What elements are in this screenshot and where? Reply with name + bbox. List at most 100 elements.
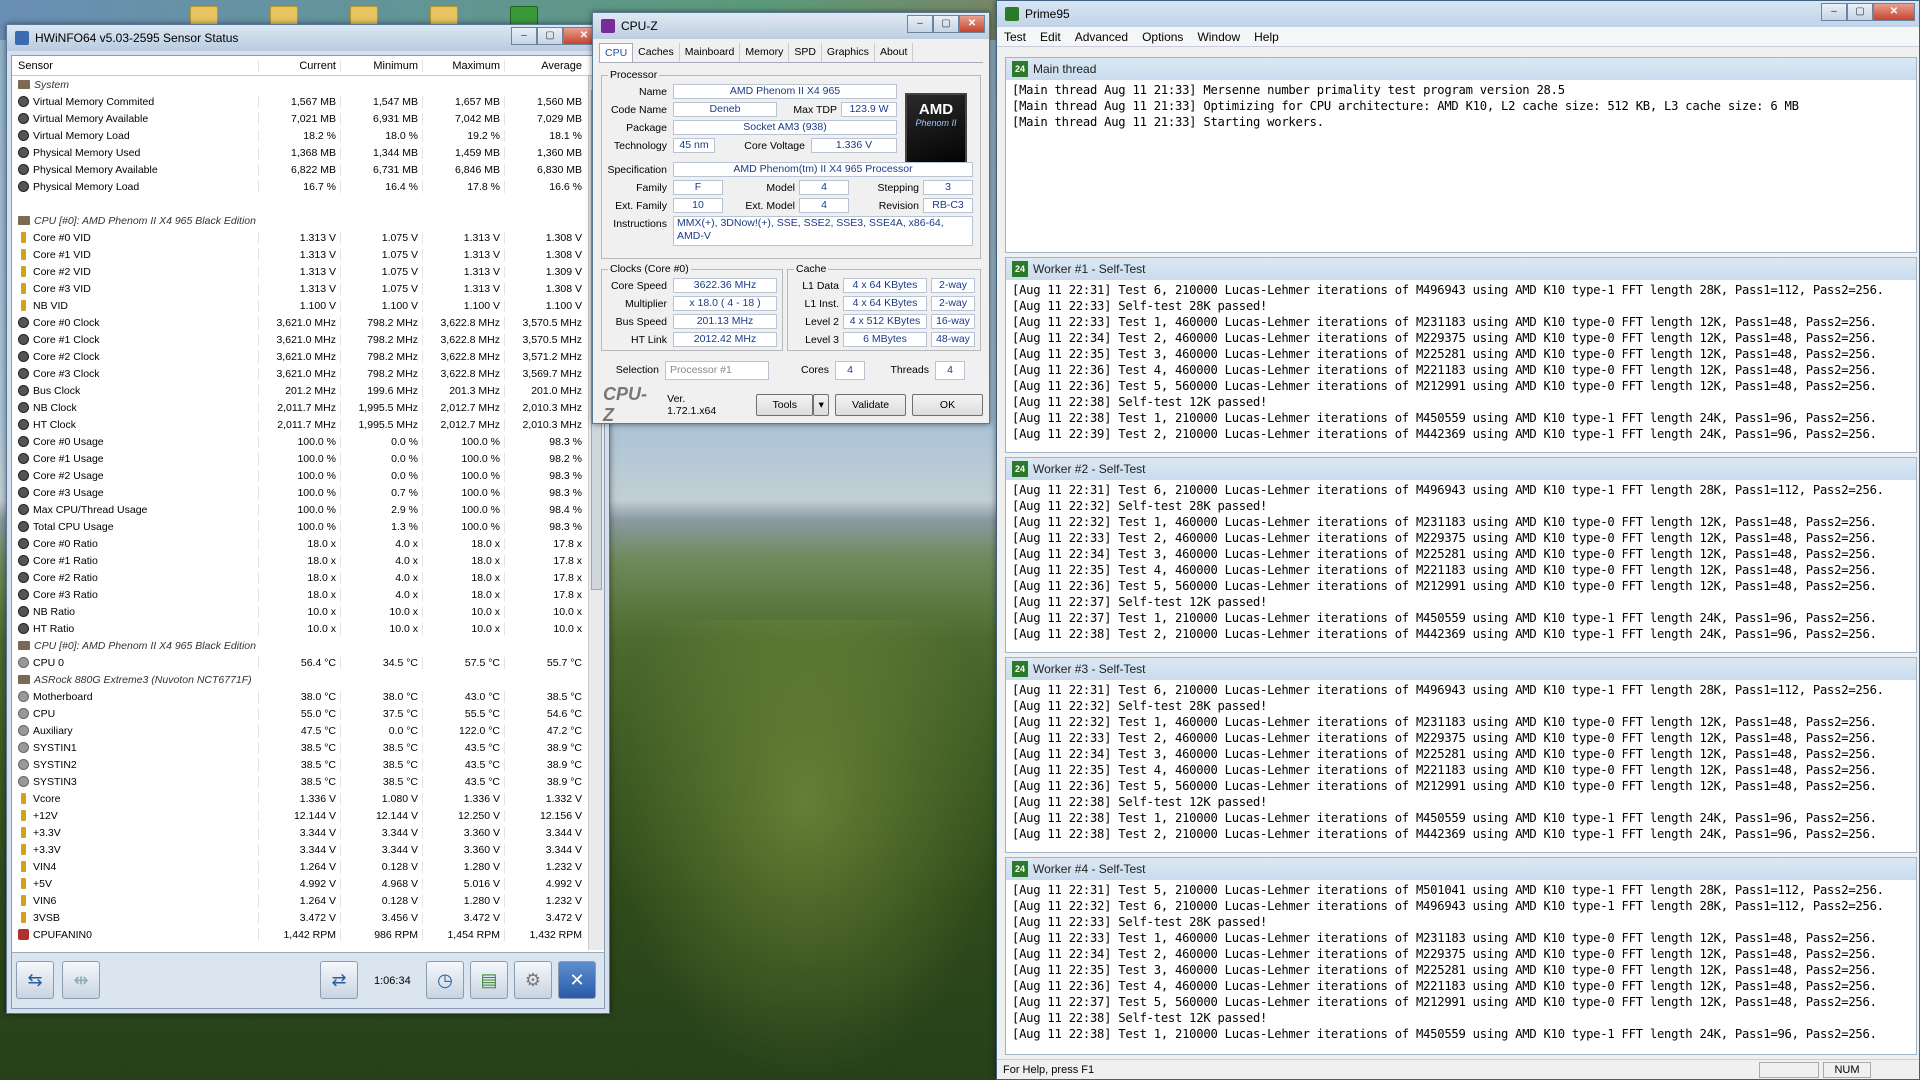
- sensor-row[interactable]: Core #0 Ratio 18.0 x 4.0 x 18.0 x 17.8 x: [12, 535, 604, 552]
- sensor-row[interactable]: +3.3V 3.344 V 3.344 V 3.360 V 3.344 V: [12, 824, 604, 841]
- tools-button[interactable]: Tools: [756, 394, 814, 416]
- sensor-row[interactable]: Core #2 VID 1.313 V 1.075 V 1.313 V 1.309 V: [12, 263, 604, 280]
- main-thread-window[interactable]: 24 Main thread [Main thread Aug 11 21:33]…: [1005, 57, 1917, 253]
- maximize-button[interactable]: ▢: [933, 15, 959, 33]
- sensor-row[interactable]: Core #1 Ratio 18.0 x 4.0 x 18.0 x 17.8 x: [12, 552, 604, 569]
- sensor-row[interactable]: HT Ratio 10.0 x 10.0 x 10.0 x 10.0 x: [12, 620, 604, 637]
- sensor-row[interactable]: VIN6 1.264 V 0.128 V 1.280 V 1.232 V: [12, 892, 604, 909]
- tab-graphics[interactable]: Graphics: [822, 43, 875, 62]
- sensor-row[interactable]: NB VID 1.100 V 1.100 V 1.100 V 1.100 V: [12, 297, 604, 314]
- worker-titlebar[interactable]: 24 Worker #2 - Self-Test: [1006, 458, 1916, 480]
- worker-titlebar[interactable]: 24 Worker #3 - Self-Test: [1006, 658, 1916, 680]
- column-header-average[interactable]: Average: [504, 59, 586, 72]
- sensor-row[interactable]: SYSTIN3 38.5 °C 38.5 °C 43.5 °C 38.9 °C: [12, 773, 604, 790]
- sensor-row[interactable]: VIN4 1.264 V 0.128 V 1.280 V 1.232 V: [12, 858, 604, 875]
- sensor-row[interactable]: SYSTIN2 38.5 °C 38.5 °C 43.5 °C 38.9 °C: [12, 756, 604, 773]
- sensor-row[interactable]: Vcore 1.336 V 1.080 V 1.336 V 1.332 V: [12, 790, 604, 807]
- sensor-row[interactable]: Core #0 VID 1.313 V 1.075 V 1.313 V 1.308 V: [12, 229, 604, 246]
- settings-gear-icon[interactable]: ⚙: [514, 961, 552, 999]
- sensor-row[interactable]: CPU 55.0 °C 37.5 °C 55.5 °C 54.6 °C: [12, 705, 604, 722]
- menu-help[interactable]: Help: [1247, 30, 1286, 44]
- worker-titlebar[interactable]: 24 Worker #4 - Self-Test: [1006, 858, 1916, 880]
- column-header-maximum[interactable]: Maximum: [422, 59, 504, 72]
- tools-dropdown-arrow-icon[interactable]: ▾: [813, 394, 830, 416]
- sensor-row[interactable]: NB Ratio 10.0 x 10.0 x 10.0 x 10.0 x: [12, 603, 604, 620]
- minimize-button[interactable]: ‒: [907, 15, 933, 33]
- sensor-row[interactable]: Core #3 VID 1.313 V 1.075 V 1.313 V 1.308 V: [12, 280, 604, 297]
- sensor-row[interactable]: Total CPU Usage 100.0 % 1.3 % 100.0 % 98.3 %: [12, 518, 604, 535]
- sensor-row[interactable]: Core #2 Ratio 18.0 x 4.0 x 18.0 x 17.8 x: [12, 569, 604, 586]
- layout-arrows-icon[interactable]: ⇆: [16, 961, 54, 999]
- worker-log[interactable]: [Aug 11 22:31] Test 6, 210000 Lucas-Lehm…: [1006, 280, 1916, 444]
- menu-window[interactable]: Window: [1190, 30, 1247, 44]
- clock-icon[interactable]: ◷: [426, 961, 464, 999]
- sensor-row[interactable]: Max CPU/Thread Usage 100.0 % 2.9 % 100.0 % 9…: [12, 501, 604, 518]
- sensor-group-row[interactable]: CPU [#0]: AMD Phenom II X4 965 Black Edi…: [12, 637, 604, 654]
- worker-window[interactable]: 24 Worker #1 - Self-Test [Aug 11 22:31] T…: [1005, 257, 1917, 453]
- sensor-row[interactable]: Core #0 Clock 3,621.0 MHz 798.2 MHz 3,622.8…: [12, 314, 604, 331]
- main-thread-log[interactable]: [Main thread Aug 11 21:33] Mersenne numb…: [1006, 80, 1916, 132]
- sensor-row[interactable]: Bus Clock 201.2 MHz 199.6 MHz 201.3 MHz 201.…: [12, 382, 604, 399]
- prime95-window[interactable]: Prime95 ‒ ▢ ✕ Test Edit Advanced Options…: [996, 0, 1920, 1080]
- sensor-row[interactable]: +5V 4.992 V 4.968 V 5.016 V 4.992 V: [12, 875, 604, 892]
- close-button[interactable]: ✕: [1873, 3, 1915, 21]
- worker-window[interactable]: 24 Worker #3 - Self-Test [Aug 11 22:31] T…: [1005, 657, 1917, 853]
- worker-titlebar[interactable]: 24 Worker #1 - Self-Test: [1006, 258, 1916, 280]
- sensor-row[interactable]: NB Clock 2,011.7 MHz 1,995.5 MHz 2,012.7 MH…: [12, 399, 604, 416]
- close-button[interactable]: ✕: [959, 15, 985, 33]
- collapse-arrows-icon[interactable]: ⇹: [62, 961, 100, 999]
- cpuz-window[interactable]: CPU-Z ‒ ▢ ✕ CPU Caches Mainboard Memory …: [592, 12, 990, 425]
- worker-log[interactable]: [Aug 11 22:31] Test 5, 210000 Lucas-Lehm…: [1006, 880, 1916, 1044]
- network-icon[interactable]: ⇄: [320, 961, 358, 999]
- sensor-row[interactable]: Physical Memory Used 1,368 MB 1,344 MB 1,45…: [12, 144, 604, 161]
- sensor-row[interactable]: CPUFANIN0 1,442 RPM 986 RPM 1,454 RPM 1,432 …: [12, 926, 604, 943]
- column-header-sensor[interactable]: Sensor: [12, 60, 258, 72]
- hwinfo-titlebar[interactable]: HWiNFO64 v5.03-2595 Sensor Status ‒ ▢ ✕: [7, 25, 609, 51]
- sensor-row[interactable]: Virtual Memory Load 18.2 % 18.0 % 19.2 % 18.…: [12, 127, 604, 144]
- column-header-minimum[interactable]: Minimum: [340, 59, 422, 72]
- minimize-button[interactable]: ‒: [1821, 3, 1847, 21]
- sensor-row[interactable]: SYSTIN1 38.5 °C 38.5 °C 43.5 °C 38.9 °C: [12, 739, 604, 756]
- worker-window[interactable]: 24 Worker #2 - Self-Test [Aug 11 22:31] T…: [1005, 457, 1917, 653]
- sensor-row[interactable]: Core #1 Usage 100.0 % 0.0 % 100.0 % 98.2 %: [12, 450, 604, 467]
- processor-select[interactable]: Processor #1: [665, 361, 769, 380]
- main-thread-titlebar[interactable]: 24 Main thread: [1006, 58, 1916, 80]
- tab-about[interactable]: About: [875, 43, 914, 62]
- sensor-row[interactable]: Core #0 Usage 100.0 % 0.0 % 100.0 % 98.3 %: [12, 433, 604, 450]
- sensor-row[interactable]: Virtual Memory Commited 1,567 MB 1,547 MB 1…: [12, 93, 604, 110]
- menu-advanced[interactable]: Advanced: [1068, 30, 1135, 44]
- sensor-row[interactable]: +3.3V 3.344 V 3.344 V 3.360 V 3.344 V: [12, 841, 604, 858]
- menu-options[interactable]: Options: [1135, 30, 1190, 44]
- sensor-row[interactable]: Core #3 Clock 3,621.0 MHz 798.2 MHz 3,622.8…: [12, 365, 604, 382]
- sensor-row[interactable]: Physical Memory Available 6,822 MB 6,731 M…: [12, 161, 604, 178]
- sensor-row[interactable]: 3VSB 3.472 V 3.456 V 3.472 V 3.472 V: [12, 909, 604, 926]
- sensor-row[interactable]: CPU 0 56.4 °C 34.5 °C 57.5 °C 55.7 °C: [12, 654, 604, 671]
- hwinfo-window[interactable]: HWiNFO64 v5.03-2595 Sensor Status ‒ ▢ ✕ …: [6, 24, 610, 1014]
- sensor-row[interactable]: Core #2 Usage 100.0 % 0.0 % 100.0 % 98.3 %: [12, 467, 604, 484]
- sensor-row[interactable]: HT Clock 2,011.7 MHz 1,995.5 MHz 2,012.7 MH…: [12, 416, 604, 433]
- close-x-icon[interactable]: ✕: [558, 961, 596, 999]
- worker-log[interactable]: [Aug 11 22:31] Test 6, 210000 Lucas-Lehm…: [1006, 680, 1916, 844]
- tab-mainboard[interactable]: Mainboard: [680, 43, 741, 62]
- ok-button[interactable]: OK: [912, 394, 983, 416]
- worker-window[interactable]: 24 Worker #4 - Self-Test [Aug 11 22:31] T…: [1005, 857, 1917, 1055]
- tab-caches[interactable]: Caches: [633, 43, 680, 62]
- sensor-row[interactable]: [12, 195, 604, 212]
- sensor-row[interactable]: Motherboard 38.0 °C 38.0 °C 43.0 °C 38.5 °C: [12, 688, 604, 705]
- sensor-row[interactable]: Core #2 Clock 3,621.0 MHz 798.2 MHz 3,622.8…: [12, 348, 604, 365]
- worker-log[interactable]: [Aug 11 22:31] Test 6, 210000 Lucas-Lehm…: [1006, 480, 1916, 644]
- validate-button[interactable]: Validate: [835, 394, 907, 416]
- sensor-row[interactable]: Core #1 VID 1.313 V 1.075 V 1.313 V 1.308 V: [12, 246, 604, 263]
- cpuz-titlebar[interactable]: CPU-Z ‒ ▢ ✕: [593, 13, 989, 39]
- sensor-row[interactable]: Auxiliary 47.5 °C 0.0 °C 122.0 °C 47.2 °C: [12, 722, 604, 739]
- sensor-row[interactable]: Core #3 Ratio 18.0 x 4.0 x 18.0 x 17.8 x: [12, 586, 604, 603]
- sensor-row[interactable]: Core #1 Clock 3,621.0 MHz 798.2 MHz 3,622.8…: [12, 331, 604, 348]
- sensor-row[interactable]: Virtual Memory Available 7,021 MB 6,931 MB…: [12, 110, 604, 127]
- tab-spd[interactable]: SPD: [789, 43, 822, 62]
- menu-edit[interactable]: Edit: [1033, 30, 1068, 44]
- column-header-current[interactable]: Current: [258, 59, 340, 72]
- sensor-row[interactable]: Core #3 Usage 100.0 % 0.7 % 100.0 % 98.3 %: [12, 484, 604, 501]
- tab-memory[interactable]: Memory: [740, 43, 790, 62]
- report-icon[interactable]: ▤: [470, 961, 508, 999]
- sensor-group-row[interactable]: System: [12, 76, 604, 93]
